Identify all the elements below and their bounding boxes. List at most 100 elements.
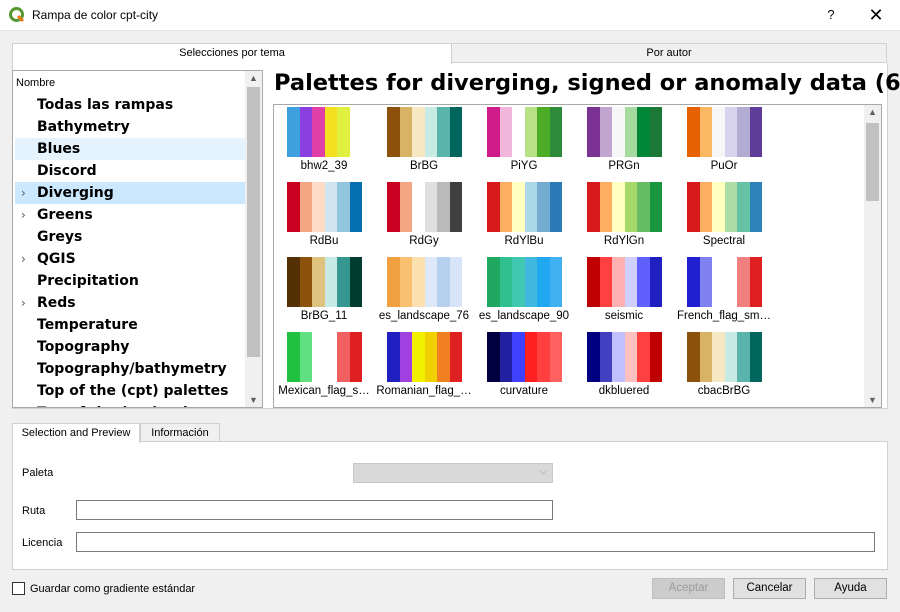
- palette-item[interactable]: PRGn: [574, 105, 674, 180]
- palette-item[interactable]: es_landscape_76: [374, 255, 474, 330]
- scroll-up-icon[interactable]: ▲: [249, 73, 258, 83]
- palette-item[interactable]: RdGy: [374, 180, 474, 255]
- help-button[interactable]: ?: [817, 2, 845, 28]
- grid-scroll-thumb[interactable]: [866, 123, 879, 201]
- palette-item[interactable]: RdYlGn: [574, 180, 674, 255]
- tab-selection-preview[interactable]: Selection and Preview: [12, 423, 140, 443]
- color-band: [549, 332, 562, 382]
- color-band: [349, 332, 362, 382]
- chevron-right-icon[interactable]: ›: [21, 204, 26, 226]
- color-band: [537, 332, 550, 382]
- scroll-down-icon[interactable]: ▼: [868, 395, 877, 405]
- palette-grid[interactable]: bhw2_39 BrBG PiYG PRGn PuOr RdBu RdGy RdYlBu RdY…: [273, 104, 882, 408]
- palette-swatch: [287, 332, 362, 382]
- color-band: [637, 257, 650, 307]
- palette-swatch: [387, 257, 462, 307]
- color-band: [587, 107, 600, 157]
- color-band: [449, 182, 462, 232]
- palette-item[interactable]: seismic: [574, 255, 674, 330]
- palette-item[interactable]: Mexican_flag_s…: [274, 330, 374, 405]
- close-button[interactable]: ✕: [860, 2, 892, 28]
- palette-item-partial[interactable]: [674, 405, 774, 407]
- tree-item[interactable]: › QGIS: [15, 248, 246, 270]
- tab-information[interactable]: Información: [140, 423, 220, 442]
- color-band: [287, 332, 300, 382]
- scroll-down-icon[interactable]: ▼: [249, 395, 258, 405]
- tab-by-author[interactable]: Por autor: [451, 43, 887, 63]
- color-band: [712, 257, 725, 307]
- tab-selections-by-theme[interactable]: Selecciones por tema: [12, 43, 452, 64]
- color-band: [712, 182, 725, 232]
- palette-name: French_flag_sm…: [677, 310, 771, 322]
- scroll-up-icon[interactable]: ▲: [868, 107, 877, 117]
- palette-item[interactable]: PiYG: [474, 105, 574, 180]
- palette-item[interactable]: RdBu: [274, 180, 374, 255]
- palette-item[interactable]: curvature: [474, 330, 574, 405]
- cancel-button[interactable]: Cancelar: [733, 578, 806, 599]
- palette-item[interactable]: BrBG_11: [274, 255, 374, 330]
- tree-item[interactable]: Blues: [15, 138, 246, 160]
- color-band: [637, 107, 650, 157]
- palette-select[interactable]: ⌵: [353, 463, 553, 483]
- palette-item[interactable]: Romanian_flag_…: [374, 330, 474, 405]
- palette-item-partial[interactable]: [274, 405, 374, 407]
- palette-item[interactable]: dkbluered: [574, 330, 674, 405]
- palette-swatch: [587, 407, 662, 408]
- tree-item[interactable]: Greys: [15, 226, 246, 248]
- window-title: Rampa de color cpt-city: [32, 8, 159, 22]
- path-field[interactable]: [76, 500, 553, 520]
- color-band: [299, 182, 312, 232]
- color-band: [424, 332, 437, 382]
- tree-item[interactable]: › Reds: [15, 292, 246, 314]
- tree-item[interactable]: Temperature: [15, 314, 246, 336]
- palette-item-partial[interactable]: [474, 405, 574, 407]
- color-band: [487, 182, 500, 232]
- color-band: [287, 182, 300, 232]
- palette-item[interactable]: es_landscape_90: [474, 255, 574, 330]
- color-band: [337, 257, 350, 307]
- palette-item[interactable]: Spectral: [674, 180, 774, 255]
- tree-item-label: Temperature: [37, 317, 138, 333]
- palette-item[interactable]: cbacBrBG: [674, 330, 774, 405]
- color-band: [524, 107, 537, 157]
- color-band: [749, 257, 762, 307]
- tree-item[interactable]: Precipitation: [15, 270, 246, 292]
- help-dialog-button[interactable]: Ayuda: [814, 578, 887, 599]
- palette-item-partial[interactable]: [374, 405, 474, 407]
- tree-item-label: Topography/bathymetry: [37, 361, 227, 377]
- color-band: [399, 107, 412, 157]
- tree-item[interactable]: Todas las rampas: [15, 94, 246, 116]
- license-field[interactable]: [76, 532, 875, 552]
- chevron-right-icon[interactable]: ›: [21, 292, 26, 314]
- tree-item[interactable]: Bathymetry: [15, 116, 246, 138]
- tree-item[interactable]: Topography/bathymetry: [15, 358, 246, 380]
- palette-swatch: [387, 332, 462, 382]
- category-tree[interactable]: Nombre Todas las rampas Bathymetry Blues Di…: [12, 70, 263, 408]
- palette-name: PuOr: [710, 160, 738, 172]
- palette-item[interactable]: BrBG: [374, 105, 474, 180]
- tree-item[interactable]: Top of the (cpt) palettes: [15, 402, 246, 407]
- color-band: [599, 332, 612, 382]
- accept-button[interactable]: Aceptar: [652, 578, 725, 599]
- tree-item[interactable]: Discord: [15, 160, 246, 182]
- tree-item[interactable]: Top of the (cpt) palettes: [15, 380, 246, 402]
- palette-swatch: [587, 332, 662, 382]
- palette-item-partial[interactable]: [574, 405, 674, 408]
- save-as-standard-label: Guardar como gradiente estándar: [30, 583, 196, 595]
- palette-item[interactable]: bhw2_39: [274, 105, 374, 180]
- tree-item[interactable]: › Greens: [15, 204, 246, 226]
- palette-item[interactable]: RdYlBu: [474, 180, 574, 255]
- color-band: [699, 257, 712, 307]
- tree-item[interactable]: › Diverging: [15, 182, 246, 204]
- palette-item[interactable]: PuOr: [674, 105, 774, 180]
- color-band: [749, 182, 762, 232]
- color-band: [287, 257, 300, 307]
- save-as-standard-checkbox[interactable]: [12, 582, 25, 595]
- tree-item[interactable]: Topography: [15, 336, 246, 358]
- color-band: [649, 257, 662, 307]
- chevron-right-icon[interactable]: ›: [21, 182, 26, 204]
- tree-scroll-thumb[interactable]: [247, 87, 260, 357]
- palette-item[interactable]: French_flag_sm…: [674, 255, 774, 330]
- chevron-right-icon[interactable]: ›: [21, 248, 26, 270]
- color-band: [299, 332, 312, 382]
